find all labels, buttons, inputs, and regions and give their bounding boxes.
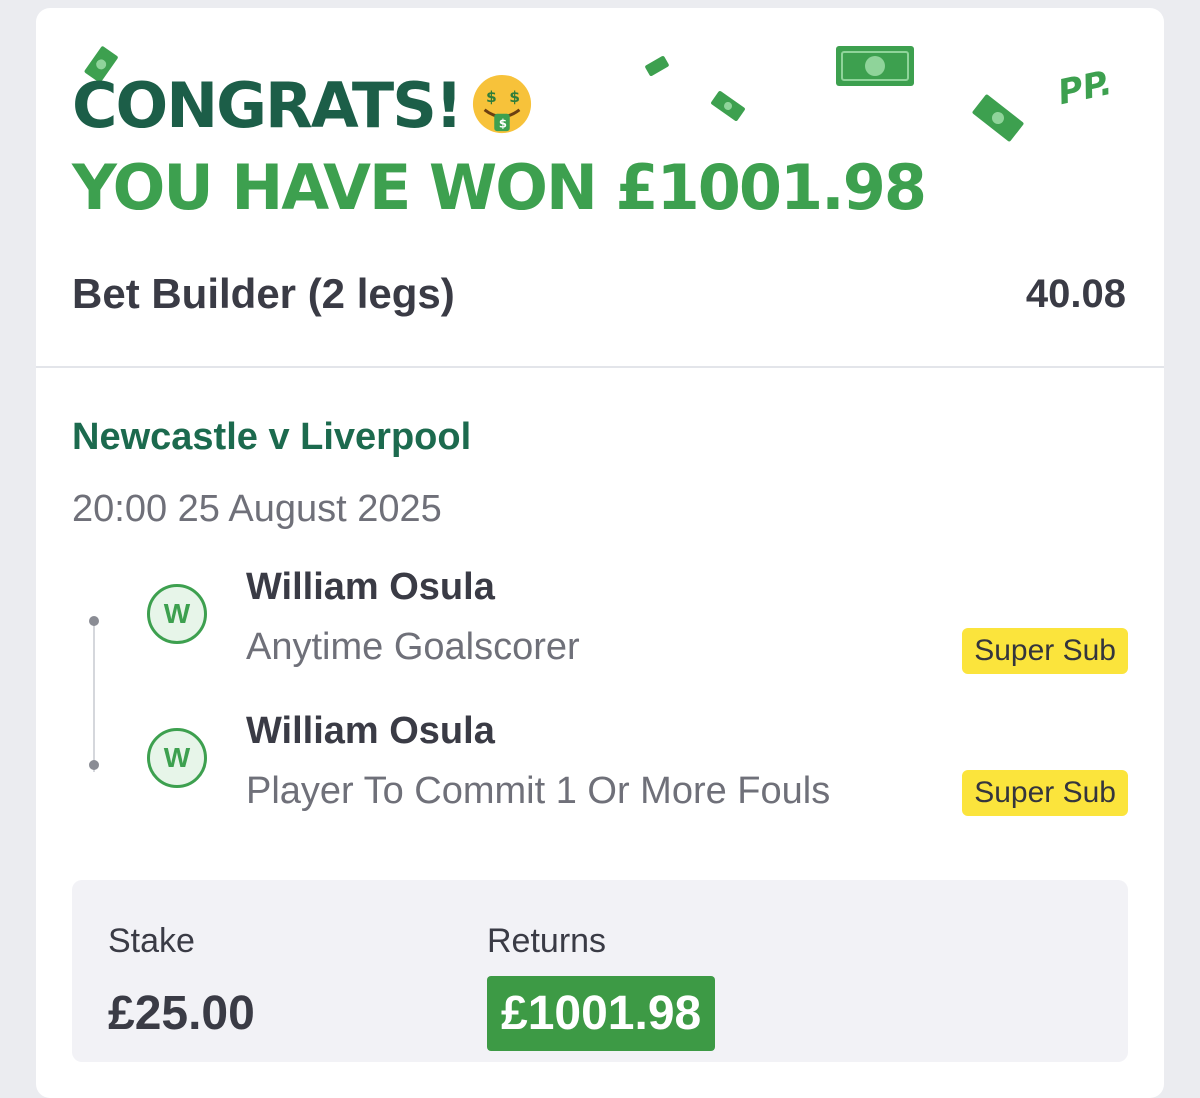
leg-market: Player To Commit 1 Or More Fouls [246,770,831,812]
svg-text:$: $ [509,88,519,106]
divider [36,366,1164,368]
timeline-dot [89,616,99,626]
bet-type-title: Bet Builder (2 legs) [72,270,455,317]
money-mouth-face-icon: $ $ $ [473,74,532,133]
banknote-icon [645,56,669,76]
bet-receipt-card: PP. CONGRATS! $ $ $ YOU HAVE WON £1001.9… [36,8,1164,1098]
stake-value: £25.00 [108,987,255,1040]
leg-player-name: William Osula [246,710,495,752]
returns-value: £1001.98 [487,976,716,1051]
banknote-icon [836,46,914,86]
win-result-badge: W [147,584,207,644]
stake-label: Stake [108,922,195,960]
banknote-icon [711,91,745,121]
event-name[interactable]: Newcastle v Liverpool [72,416,471,459]
paddy-power-logo: PP. [1054,62,1116,114]
win-amount-heading: YOU HAVE WON £1001.98 [72,151,927,224]
super-sub-tag: Super Sub [962,628,1128,674]
leg-player-name: William Osula [246,566,495,608]
leg-timeline [93,622,95,772]
win-result-badge: W [147,728,207,788]
win-header: PP. CONGRATS! $ $ $ YOU HAVE WON £1001.9… [36,8,1164,368]
timeline-dot [89,760,99,770]
congrats-heading: CONGRATS! $ $ $ [72,70,533,142]
bet-odds: 40.08 [1025,272,1126,316]
super-sub-tag: Super Sub [962,770,1128,816]
svg-text:$: $ [486,88,496,106]
event-datetime: 20:00 25 August 2025 [72,488,442,530]
congrats-text: CONGRATS! [72,69,463,142]
leg-market: Anytime Goalscorer [246,626,580,668]
returns-label: Returns [487,922,607,960]
banknote-icon [972,94,1024,142]
stake-returns-panel: Stake £25.00 Returns £1001.98 [72,880,1128,1062]
